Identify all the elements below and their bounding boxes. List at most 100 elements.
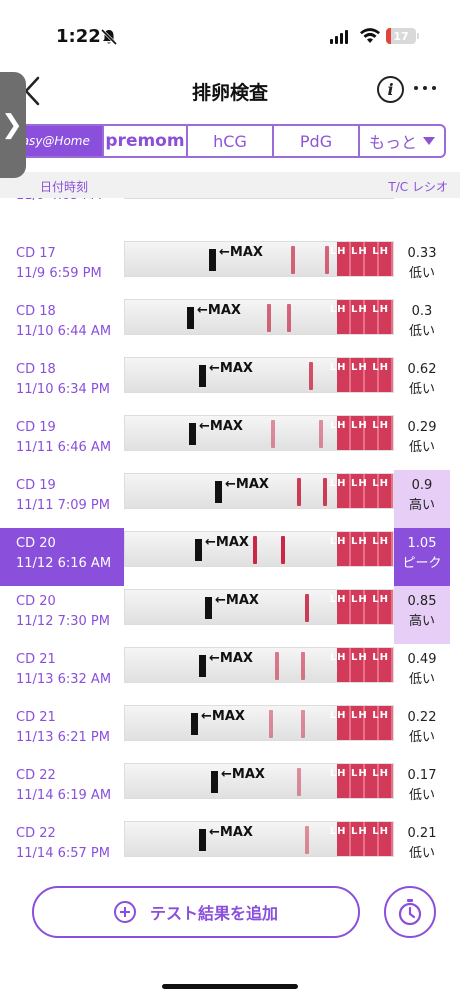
- row-datetime: CD 17 11/9 6:59 PM: [0, 238, 124, 296]
- add-test-result-button[interactable]: テスト結果を追加: [32, 886, 360, 938]
- test-date: 11/9 6:59 PM: [16, 266, 102, 281]
- strip-lh-label: LH LH LH: [329, 304, 389, 315]
- more-options-button[interactable]: [414, 86, 436, 90]
- strip-lh-label: LH LH LH: [329, 768, 389, 779]
- row-tc-ratio: 0.62 低い: [394, 354, 450, 412]
- test-line: [301, 710, 305, 738]
- row-tc-ratio: 0.85 高い: [394, 586, 450, 644]
- test-line: [325, 246, 329, 274]
- row-datetime: CD 22 11/14 6:19 AM: [0, 760, 124, 818]
- ratio-value: 0.22: [407, 710, 437, 725]
- strip-max-bar: [189, 423, 196, 445]
- ratio-value: 0.62: [407, 362, 437, 377]
- strip-max-label: ←MAX: [225, 477, 269, 492]
- tab-hcg[interactable]: hCG: [188, 124, 274, 158]
- test-line: [305, 594, 309, 622]
- test-date: 11/11 6:46 AM: [16, 440, 112, 455]
- strip-max-label: ←MAX: [221, 767, 265, 782]
- test-result-list[interactable]: CD 17 11/9 4:05 PM ←MAX LH LH LH 低い CD 1…: [0, 198, 460, 858]
- cycle-day: CD 20: [16, 594, 56, 609]
- info-button[interactable]: i: [377, 76, 404, 103]
- strip-max-bar: [195, 539, 202, 561]
- test-line: [297, 478, 301, 506]
- list-item[interactable]: CD 18 11/10 6:44 AM ←MAX LH LH LH 0.3 低い: [0, 296, 460, 354]
- row-datetime: CD 19 11/11 6:46 AM: [0, 412, 124, 470]
- nav-bar: 排卵検査 i: [0, 72, 460, 112]
- bell-off-icon: [100, 28, 118, 46]
- row-datetime: CD 18 11/10 6:34 PM: [0, 354, 124, 412]
- tab-pdg[interactable]: PdG: [274, 124, 360, 158]
- row-datetime: CD 18 11/10 6:44 AM: [0, 296, 124, 354]
- list-item[interactable]: CD 20 11/12 7:30 PM ←MAX LH LH LH 0.85 高…: [0, 586, 460, 644]
- list-item[interactable]: CD 19 11/11 6:46 AM ←MAX LH LH LH 0.29 低…: [0, 412, 460, 470]
- list-item[interactable]: CD 21 11/13 6:21 PM ←MAX LH LH LH 0.22 低…: [0, 702, 460, 760]
- row-datetime: CD 17 11/9 4:05 PM: [0, 198, 124, 218]
- column-datetime: 日付時刻: [40, 180, 89, 194]
- ratio-value: 0.49: [407, 652, 437, 667]
- test-line: [305, 826, 309, 854]
- test-line: [253, 536, 257, 564]
- row-tc-ratio: 0.21 低い: [394, 818, 450, 858]
- ratio-status: 低い: [408, 324, 435, 339]
- stopwatch-icon: [398, 899, 422, 926]
- test-strip-image: ←MAX LH LH LH: [124, 821, 394, 857]
- row-datetime: CD 20 11/12 7:30 PM: [0, 586, 124, 644]
- caret-down-icon: [423, 137, 435, 145]
- ratio-value: 0.9: [411, 478, 433, 493]
- test-line: [301, 652, 305, 680]
- cycle-day: CD 22: [16, 768, 56, 783]
- list-item[interactable]: CD 17 11/9 4:05 PM ←MAX LH LH LH 低い: [0, 198, 460, 218]
- test-date: 11/10 6:34 PM: [16, 382, 110, 397]
- ratio-status: ピーク: [402, 556, 442, 571]
- tab-more-dropdown[interactable]: もっと: [360, 124, 446, 158]
- test-strip-image: ←MAX LH LH LH: [124, 531, 394, 567]
- timer-button[interactable]: [384, 886, 436, 938]
- row-tc-ratio: 0.29 低い: [394, 412, 450, 470]
- strip-max-label: ←MAX: [209, 361, 253, 376]
- row-tc-ratio: 低い: [394, 198, 450, 218]
- list-item[interactable]: CD 17 11/9 6:59 PM ←MAX LH LH LH 0.33 低い: [0, 238, 460, 296]
- test-line: [297, 768, 301, 796]
- strip-max-bar: [199, 655, 206, 677]
- list-item[interactable]: CD 20 11/12 6:16 AM ←MAX LH LH LH 1.05 ピ…: [0, 528, 460, 586]
- list-item[interactable]: CD 21 11/13 6:32 AM ←MAX LH LH LH 0.49 低…: [0, 644, 460, 702]
- status-time: 1:22: [56, 26, 101, 47]
- test-line: [291, 246, 295, 274]
- cycle-day: CD 21: [16, 652, 56, 667]
- ratio-status: 低い: [408, 266, 435, 281]
- test-strip-image: ←MAX LH LH LH: [124, 198, 394, 199]
- ratio-status: 低い: [408, 672, 435, 687]
- tab-premom[interactable]: premom: [104, 124, 188, 158]
- battery-level: 17: [393, 29, 409, 43]
- cycle-day: CD 17: [16, 246, 56, 261]
- test-date: 11/10 6:44 AM: [16, 324, 112, 339]
- cycle-day: CD 18: [16, 362, 56, 377]
- list-item[interactable]: CD 19 11/11 7:09 PM ←MAX LH LH LH 0.9 高い: [0, 470, 460, 528]
- status-bar: 1:22 17: [0, 0, 460, 72]
- row-tc-ratio: 0.49 低い: [394, 644, 450, 702]
- list-item[interactable]: CD 18 11/10 6:34 PM ←MAX LH LH LH 0.62 低…: [0, 354, 460, 412]
- strip-lh-label: LH LH LH: [329, 536, 389, 547]
- strip-max-bar: [199, 365, 206, 387]
- strip-max-label: ←MAX: [219, 245, 263, 260]
- test-date: 11/11 7:09 PM: [16, 498, 110, 513]
- ratio-status: 低い: [408, 382, 435, 397]
- strip-max-label: ←MAX: [209, 825, 253, 840]
- side-drawer-tab[interactable]: ❯: [0, 72, 26, 178]
- strip-max-label: ←MAX: [199, 419, 243, 434]
- strip-max-bar: [199, 829, 206, 851]
- ratio-status: 低い: [408, 440, 435, 455]
- test-date: 11/14 6:19 AM: [16, 788, 112, 803]
- chevron-right-icon: ❯: [1, 110, 23, 140]
- test-strip-image: ←MAX LH LH LH: [124, 647, 394, 683]
- row-datetime: CD 20 11/12 6:16 AM: [0, 528, 124, 586]
- list-item[interactable]: CD 22 11/14 6:57 PM ←MAX LH LH LH 0.21 低…: [0, 818, 460, 858]
- test-strip-image: ←MAX LH LH LH: [124, 473, 394, 509]
- test-line: [271, 420, 275, 448]
- column-tc-ratio: T/C レシオ: [388, 180, 448, 194]
- battery-tip: [417, 33, 419, 39]
- test-date: 11/14 6:57 PM: [16, 846, 110, 858]
- row-datetime: CD 19 11/11 7:09 PM: [0, 470, 124, 528]
- strip-max-label: ←MAX: [209, 651, 253, 666]
- list-item[interactable]: CD 22 11/14 6:19 AM ←MAX LH LH LH 0.17 低…: [0, 760, 460, 818]
